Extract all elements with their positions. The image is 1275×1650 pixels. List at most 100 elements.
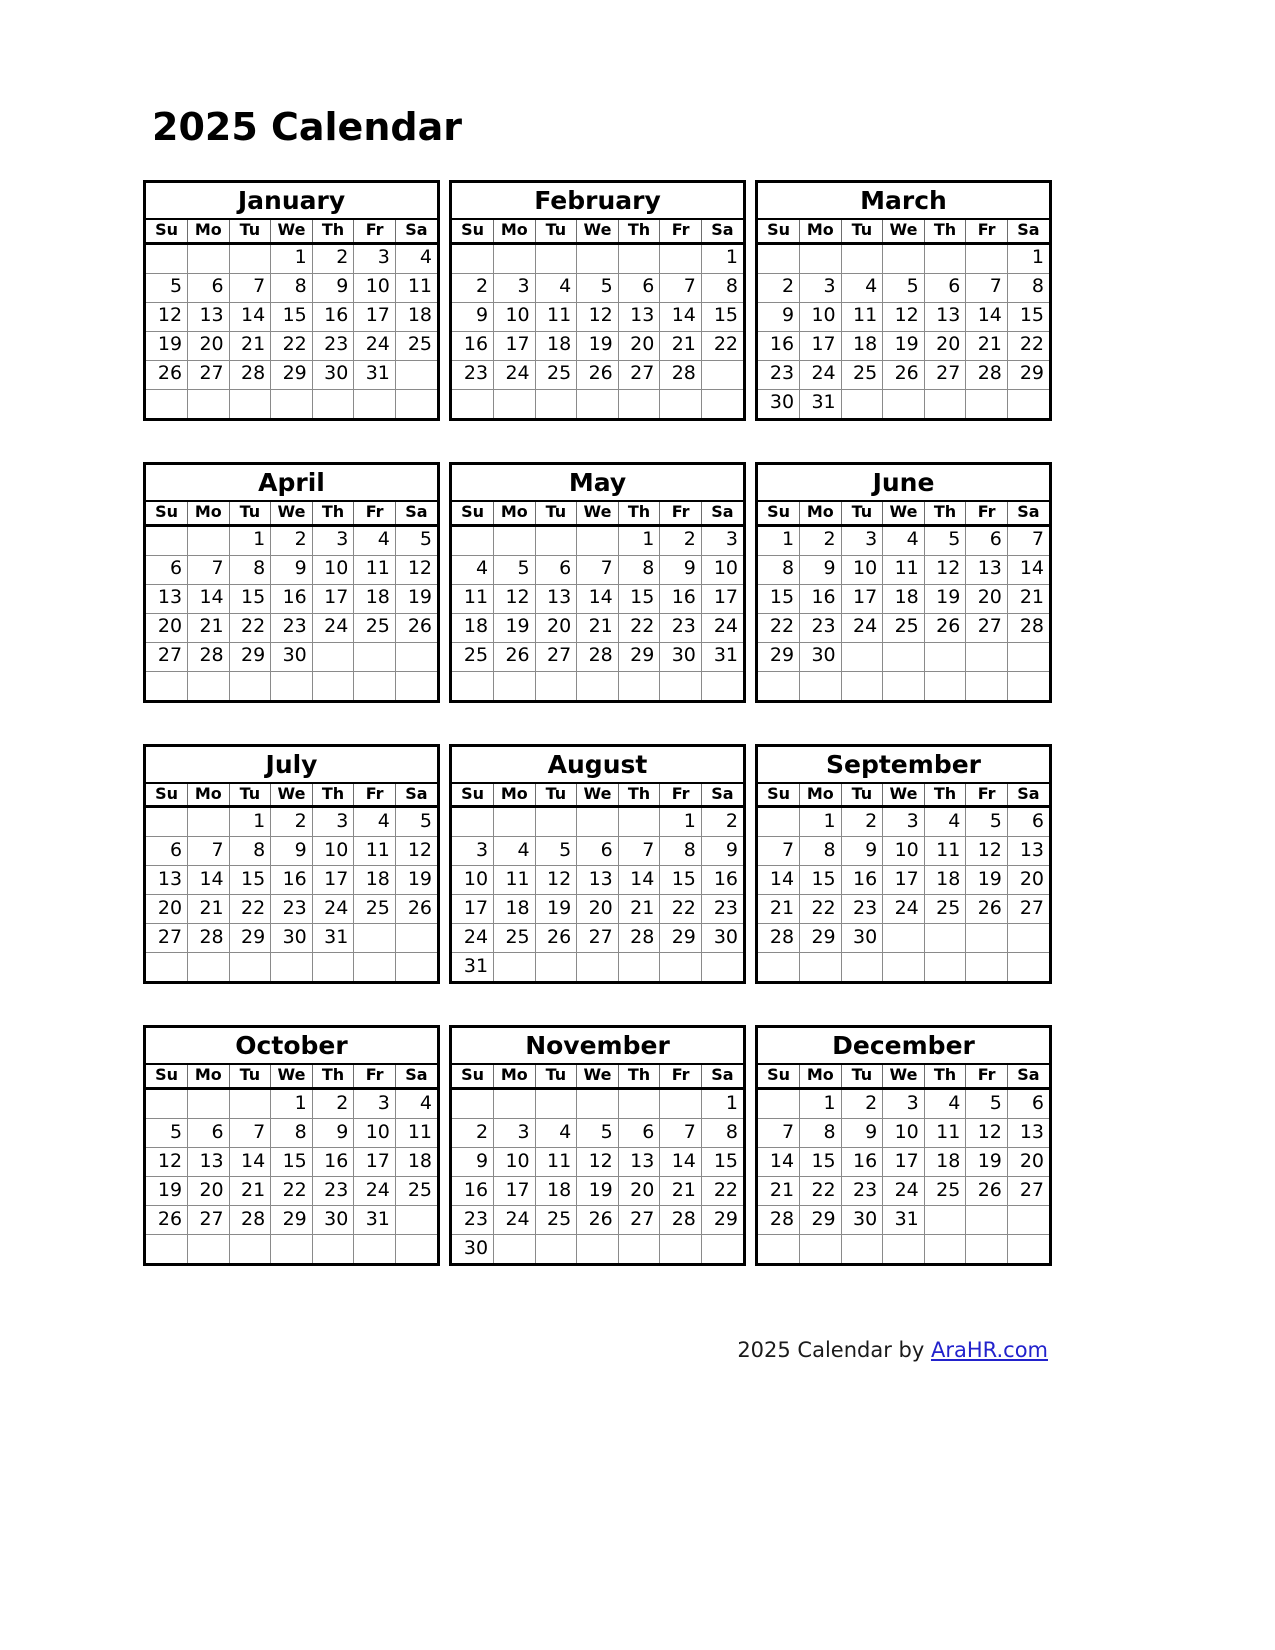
day-cell[interactable]: 4 (924, 806, 967, 838)
day-cell[interactable]: 4 (841, 273, 884, 303)
day-cell[interactable]: 25 (882, 613, 925, 643)
day-cell[interactable]: 30 (758, 389, 801, 418)
day-cell[interactable]: 2 (841, 1088, 884, 1120)
day-cell[interactable]: 7 (187, 836, 230, 867)
day-cell[interactable]: 2 (312, 1088, 355, 1120)
day-cell[interactable]: 15 (799, 1147, 842, 1178)
day-cell[interactable]: 10 (882, 1118, 925, 1149)
day-cell[interactable]: 20 (1007, 1147, 1049, 1178)
day-cell[interactable]: 6 (618, 1118, 661, 1149)
day-cell[interactable]: 19 (965, 1147, 1008, 1178)
day-cell[interactable]: 27 (187, 1205, 230, 1236)
day-cell[interactable]: 5 (395, 806, 437, 838)
day-cell[interactable]: 21 (1007, 584, 1049, 614)
day-cell[interactable]: 13 (1007, 836, 1049, 867)
day-cell[interactable]: 15 (799, 865, 842, 896)
day-cell[interactable]: 16 (659, 584, 702, 614)
day-cell[interactable]: 10 (353, 273, 396, 303)
day-cell[interactable]: 23 (312, 331, 355, 361)
day-cell[interactable]: 17 (882, 865, 925, 896)
day-cell[interactable]: 11 (452, 584, 495, 614)
day-cell[interactable]: 26 (146, 360, 189, 390)
day-cell[interactable]: 15 (701, 302, 743, 332)
day-cell[interactable]: 11 (924, 836, 967, 867)
day-cell[interactable]: 20 (1007, 865, 1049, 896)
day-cell[interactable]: 2 (701, 806, 743, 838)
day-cell[interactable]: 18 (493, 894, 536, 925)
day-cell[interactable]: 28 (618, 923, 661, 954)
day-cell[interactable]: 12 (965, 1118, 1008, 1149)
day-cell[interactable]: 17 (452, 894, 495, 925)
day-cell[interactable]: 8 (1007, 273, 1049, 303)
day-cell[interactable]: 11 (395, 1118, 437, 1149)
day-cell[interactable]: 9 (659, 555, 702, 585)
day-cell[interactable]: 26 (395, 894, 437, 925)
day-cell[interactable]: 23 (758, 360, 801, 390)
day-cell[interactable]: 14 (576, 584, 619, 614)
day-cell[interactable]: 10 (841, 555, 884, 585)
day-cell[interactable]: 2 (270, 806, 313, 838)
day-cell[interactable]: 20 (187, 331, 230, 361)
day-cell[interactable]: 26 (576, 1205, 619, 1236)
day-cell[interactable]: 12 (493, 584, 536, 614)
day-cell[interactable]: 7 (187, 555, 230, 585)
day-cell[interactable]: 21 (758, 894, 801, 925)
day-cell[interactable]: 25 (493, 923, 536, 954)
day-cell[interactable]: 1 (618, 525, 661, 556)
day-cell[interactable]: 18 (395, 1147, 437, 1178)
day-cell[interactable]: 17 (701, 584, 743, 614)
day-cell[interactable]: 11 (353, 555, 396, 585)
day-cell[interactable]: 21 (576, 613, 619, 643)
day-cell[interactable]: 28 (758, 923, 801, 954)
day-cell[interactable]: 5 (882, 273, 925, 303)
day-cell[interactable]: 28 (229, 1205, 272, 1236)
day-cell[interactable]: 19 (395, 865, 437, 896)
day-cell[interactable]: 30 (312, 1205, 355, 1236)
day-cell[interactable]: 16 (841, 1147, 884, 1178)
day-cell[interactable]: 20 (187, 1176, 230, 1207)
day-cell[interactable]: 28 (659, 1205, 702, 1236)
day-cell[interactable]: 13 (924, 302, 967, 332)
day-cell[interactable]: 5 (924, 525, 967, 556)
day-cell[interactable]: 6 (146, 555, 189, 585)
day-cell[interactable]: 13 (146, 865, 189, 896)
day-cell[interactable]: 16 (799, 584, 842, 614)
day-cell[interactable]: 4 (452, 555, 495, 585)
day-cell[interactable]: 11 (841, 302, 884, 332)
day-cell[interactable]: 29 (270, 1205, 313, 1236)
day-cell[interactable]: 22 (229, 613, 272, 643)
day-cell[interactable]: 4 (493, 836, 536, 867)
day-cell[interactable]: 6 (618, 273, 661, 303)
day-cell[interactable]: 3 (882, 806, 925, 838)
day-cell[interactable]: 25 (841, 360, 884, 390)
day-cell[interactable]: 16 (841, 865, 884, 896)
day-cell[interactable]: 23 (312, 1176, 355, 1207)
day-cell[interactable]: 25 (924, 1176, 967, 1207)
day-cell[interactable]: 4 (395, 243, 437, 274)
day-cell[interactable]: 5 (146, 273, 189, 303)
day-cell[interactable]: 24 (841, 613, 884, 643)
day-cell[interactable]: 19 (924, 584, 967, 614)
day-cell[interactable]: 31 (799, 389, 842, 418)
day-cell[interactable]: 30 (841, 923, 884, 954)
day-cell[interactable]: 25 (535, 1205, 578, 1236)
day-cell[interactable]: 8 (701, 273, 743, 303)
day-cell[interactable]: 23 (799, 613, 842, 643)
day-cell[interactable]: 15 (270, 302, 313, 332)
day-cell[interactable]: 6 (535, 555, 578, 585)
day-cell[interactable]: 30 (701, 923, 743, 954)
day-cell[interactable]: 14 (758, 865, 801, 896)
day-cell[interactable]: 18 (353, 584, 396, 614)
day-cell[interactable]: 25 (395, 1176, 437, 1207)
day-cell[interactable]: 30 (270, 923, 313, 954)
day-cell[interactable]: 11 (924, 1118, 967, 1149)
day-cell[interactable]: 12 (146, 1147, 189, 1178)
day-cell[interactable]: 7 (229, 1118, 272, 1149)
day-cell[interactable]: 5 (576, 1118, 619, 1149)
day-cell[interactable]: 29 (1007, 360, 1049, 390)
day-cell[interactable]: 15 (229, 865, 272, 896)
day-cell[interactable]: 27 (535, 642, 578, 672)
day-cell[interactable]: 3 (312, 806, 355, 838)
day-cell[interactable]: 8 (270, 273, 313, 303)
day-cell[interactable]: 26 (493, 642, 536, 672)
